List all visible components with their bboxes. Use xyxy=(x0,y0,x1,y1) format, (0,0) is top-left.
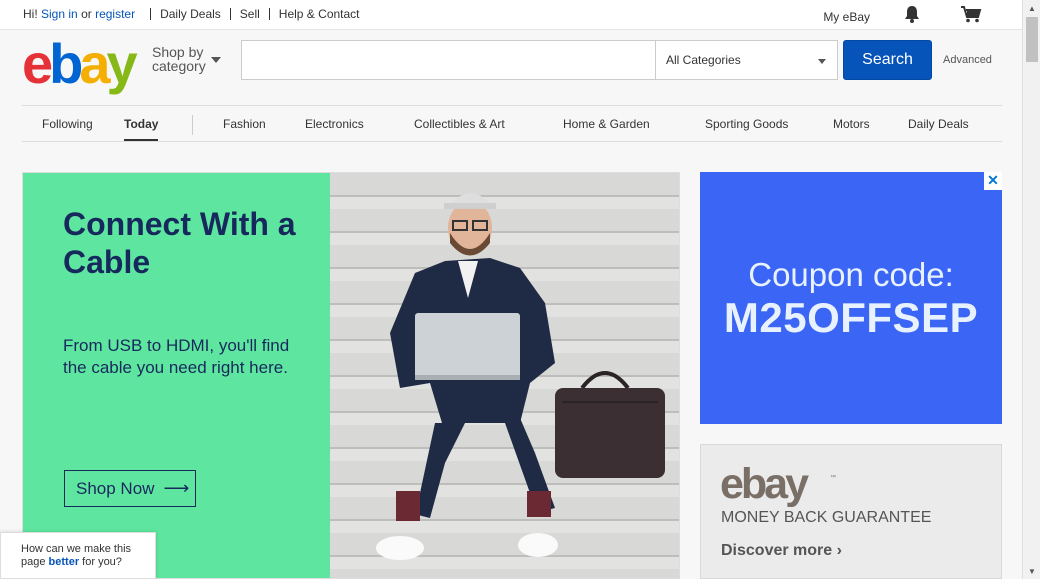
shop-now-button[interactable]: Shop Now ⟶ xyxy=(64,470,196,507)
help-contact-link[interactable]: Help & Contact xyxy=(279,7,360,21)
search-button[interactable]: Search xyxy=(843,40,932,80)
chevron-down-icon[interactable] xyxy=(211,57,221,63)
discover-more-label: Discover more xyxy=(721,542,833,559)
coupon-code: M25OFFSEP xyxy=(723,294,979,341)
shop-by-category-button[interactable]: Shop by category xyxy=(152,45,206,73)
ebay-guarantee-logo: ebay xyxy=(720,460,809,508)
hero-title: Connect With a Cable xyxy=(63,206,296,280)
hero-description: From USB to HDMI, you'll find the cable … xyxy=(63,336,290,377)
scroll-up-icon[interactable]: ▲ xyxy=(1023,0,1040,16)
shop-by-label: Shop by xyxy=(152,44,204,60)
guarantee-text: MONEY BACK GUARANTEE xyxy=(721,509,932,526)
search-input[interactable] xyxy=(241,40,656,80)
top-bar: Hi! Sign in or register Daily Deals Sell… xyxy=(0,0,1022,30)
register-link[interactable]: register xyxy=(95,7,135,21)
hero-banner[interactable]: Connect With a Cable From USB to HDMI, y… xyxy=(22,172,680,579)
hero-photo xyxy=(330,173,679,578)
sign-in-link[interactable]: Sign in xyxy=(41,7,78,21)
arrow-right-icon: ⟶ xyxy=(163,478,190,498)
active-tab-underline xyxy=(124,139,158,141)
nav-item-following[interactable]: Following xyxy=(42,117,93,131)
top-bar-right: My eBay xyxy=(823,5,982,26)
ebay-logo[interactable]: ebay xyxy=(22,36,138,92)
man-with-laptop-illustration xyxy=(376,193,665,560)
nav-item-today[interactable]: Today xyxy=(124,117,158,131)
coupon-label: Coupon code: xyxy=(748,256,954,293)
bell-icon[interactable] xyxy=(904,5,920,26)
nav-item-collectibles-art[interactable]: Collectibles & Art xyxy=(414,117,505,131)
cart-icon[interactable] xyxy=(960,5,982,26)
my-ebay-link[interactable]: My eBay xyxy=(823,10,870,24)
feedback-line1: How can we make this xyxy=(21,543,132,555)
nav-item-daily-deals[interactable]: Daily Deals xyxy=(908,117,969,131)
category-nav: Following Today Fashion Electronics Coll… xyxy=(22,105,1002,142)
feedback-widget[interactable]: How can we make this page better for you… xyxy=(0,532,156,579)
money-back-guarantee-card[interactable]: ebay ™ MONEY BACK GUARANTEE Discover mor… xyxy=(700,444,1002,579)
or-text: or xyxy=(81,7,92,21)
vertical-scrollbar[interactable]: ▲ ▼ xyxy=(1022,0,1040,579)
category-label: category xyxy=(152,58,206,74)
logo-letter-e: e xyxy=(22,32,53,95)
trademark-symbol: ™ xyxy=(830,475,836,481)
close-ad-icon[interactable]: ✕ xyxy=(984,172,1002,190)
feedback-line2: page better for you? xyxy=(21,556,155,569)
chevron-right-icon: › xyxy=(836,542,842,559)
feedback-better-link[interactable]: better xyxy=(49,556,80,568)
nav-item-home-garden[interactable]: Home & Garden xyxy=(563,117,650,131)
nav-item-electronics[interactable]: Electronics xyxy=(305,117,364,131)
daily-deals-link[interactable]: Daily Deals xyxy=(160,7,221,21)
hero-text-panel: Connect With a Cable From USB to HDMI, y… xyxy=(23,173,330,578)
logo-letter-b: b xyxy=(49,32,83,95)
chevron-down-icon xyxy=(818,59,826,64)
nav-item-fashion[interactable]: Fashion xyxy=(223,117,266,131)
shop-now-label: Shop Now xyxy=(76,478,155,498)
greeting: Hi! xyxy=(23,7,38,21)
scrollbar-thumb[interactable] xyxy=(1026,17,1038,62)
category-select-value: All Categories xyxy=(666,53,741,67)
discover-more-link[interactable]: Discover more › xyxy=(721,542,842,560)
logo-letter-a: a xyxy=(79,32,110,95)
nav-item-sporting-goods[interactable]: Sporting Goods xyxy=(705,117,788,131)
advanced-search-link[interactable]: Advanced xyxy=(943,54,992,66)
nav-item-motors[interactable]: Motors xyxy=(833,117,870,131)
divider xyxy=(229,8,231,20)
top-bar-left: Hi! Sign in or register Daily Deals Sell… xyxy=(23,7,360,21)
logo-letter-y: y xyxy=(106,32,138,95)
category-select[interactable]: All Categories xyxy=(655,40,838,80)
divider xyxy=(150,8,152,20)
feedback-text: for you? xyxy=(82,556,122,568)
feedback-text: page xyxy=(21,556,46,568)
nav-divider xyxy=(192,115,193,135)
sell-link[interactable]: Sell xyxy=(240,7,260,21)
divider xyxy=(268,8,270,20)
scroll-down-icon[interactable]: ▼ xyxy=(1023,563,1040,579)
coupon-ad[interactable]: ✕ Coupon code: M25OFFSEP xyxy=(700,172,1002,424)
